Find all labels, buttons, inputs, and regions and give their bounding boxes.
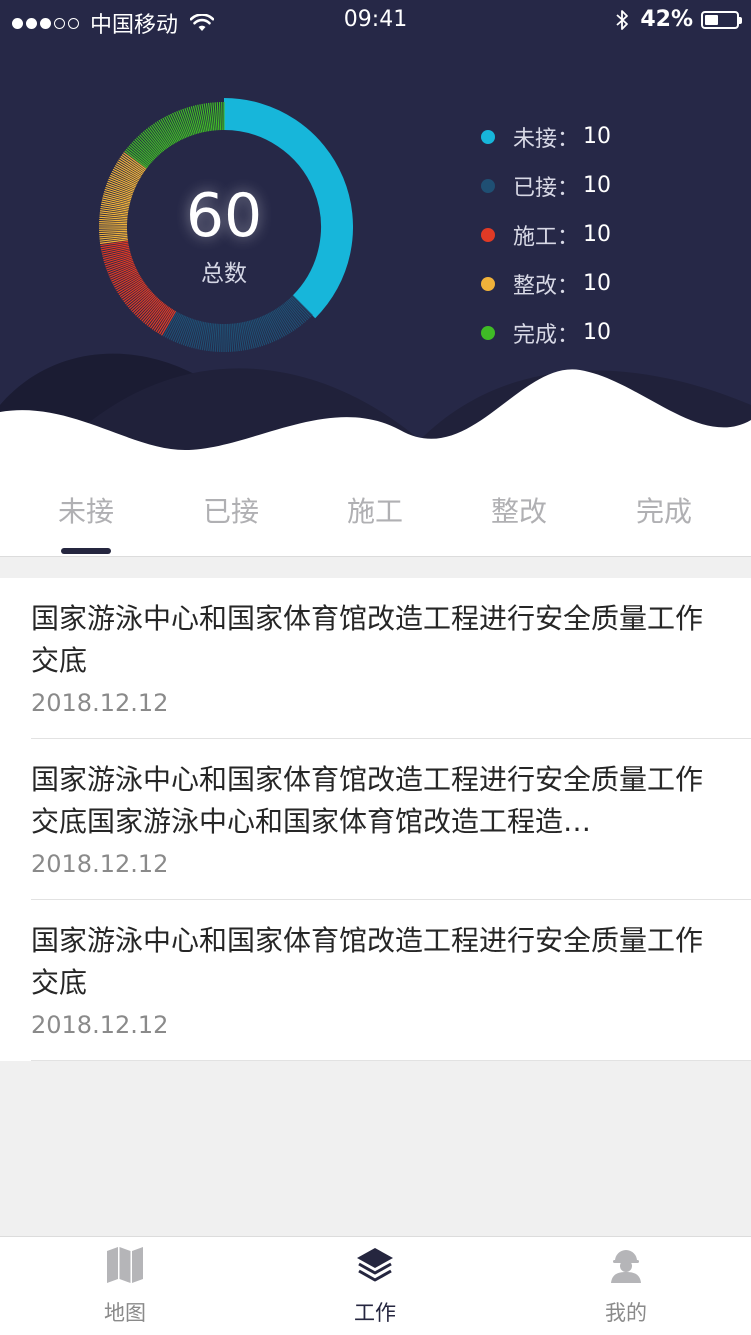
battery-percent: 42%: [640, 7, 693, 32]
decorative-waves: [0, 330, 751, 470]
status-tabs: 未接 已接 施工 整改 完成: [0, 470, 751, 557]
legend-item: 整改：10: [481, 259, 611, 308]
bluetooth-icon: [614, 8, 630, 32]
item-title: 国家游泳中心和国家体育馆改造工程进行安全质量工作交底: [31, 920, 711, 1004]
legend-item: 施工：10: [481, 210, 611, 259]
list-item[interactable]: 国家游泳中心和国家体育馆改造工程进行安全质量工作交底 2018.12.12: [31, 578, 751, 739]
battery-icon: [701, 11, 739, 29]
tabbar-item-profile[interactable]: 我的: [551, 1237, 701, 1335]
tabbar-item-map[interactable]: 地图: [50, 1237, 200, 1335]
item-date: 2018.12.12: [31, 849, 711, 879]
legend-dot: [481, 228, 495, 242]
user-icon: [606, 1245, 646, 1285]
list-item[interactable]: 国家游泳中心和国家体育馆改造工程进行安全质量工作交底国家游泳中心和国家体育馆改造…: [31, 739, 751, 900]
item-title: 国家游泳中心和国家体育馆改造工程进行安全质量工作交底: [31, 598, 711, 682]
tab-received[interactable]: 已接: [186, 490, 276, 530]
layers-icon: [355, 1245, 395, 1285]
tabbar-label: 我的: [551, 1297, 701, 1327]
chart-legend: 未接：10 已接：10 施工：10 整改：10 完成：10: [481, 112, 611, 357]
total-label: 总数: [95, 254, 353, 288]
tabbar-label: 工作: [300, 1297, 450, 1327]
legend-dot: [481, 277, 495, 291]
item-date: 2018.12.12: [31, 688, 711, 718]
tab-completed[interactable]: 完成: [619, 490, 709, 530]
active-tab-indicator: [61, 548, 111, 554]
map-icon: [105, 1245, 145, 1285]
status-right: 42%: [614, 7, 739, 32]
tab-unreceived[interactable]: 未接: [41, 490, 131, 530]
dashboard-header: 中国移动 09:41 42% 60 总数 未接：10 已接：10 施工：10 整…: [0, 0, 751, 470]
tabbar-item-work[interactable]: 工作: [300, 1237, 450, 1335]
task-list: 国家游泳中心和国家体育馆改造工程进行安全质量工作交底 2018.12.12 国家…: [0, 578, 751, 1061]
tab-rectification[interactable]: 整改: [474, 490, 564, 530]
donut-segment-4: [125, 102, 224, 168]
legend-item: 已接：10: [481, 161, 611, 210]
tabbar-label: 地图: [50, 1297, 200, 1327]
status-bar: 中国移动 09:41 42%: [0, 0, 751, 42]
item-date: 2018.12.12: [31, 1010, 711, 1040]
legend-dot: [481, 130, 495, 144]
list-item[interactable]: 国家游泳中心和国家体育馆改造工程进行安全质量工作交底 2018.12.12: [31, 900, 751, 1061]
legend-dot: [481, 179, 495, 193]
tab-construction[interactable]: 施工: [330, 490, 420, 530]
item-title: 国家游泳中心和国家体育馆改造工程进行安全质量工作交底国家游泳中心和国家体育馆改造…: [31, 759, 711, 843]
legend-item: 未接：10: [481, 112, 611, 161]
bottom-tab-bar: 地图 工作 我的: [0, 1236, 751, 1335]
total-count: 60: [95, 180, 353, 252]
